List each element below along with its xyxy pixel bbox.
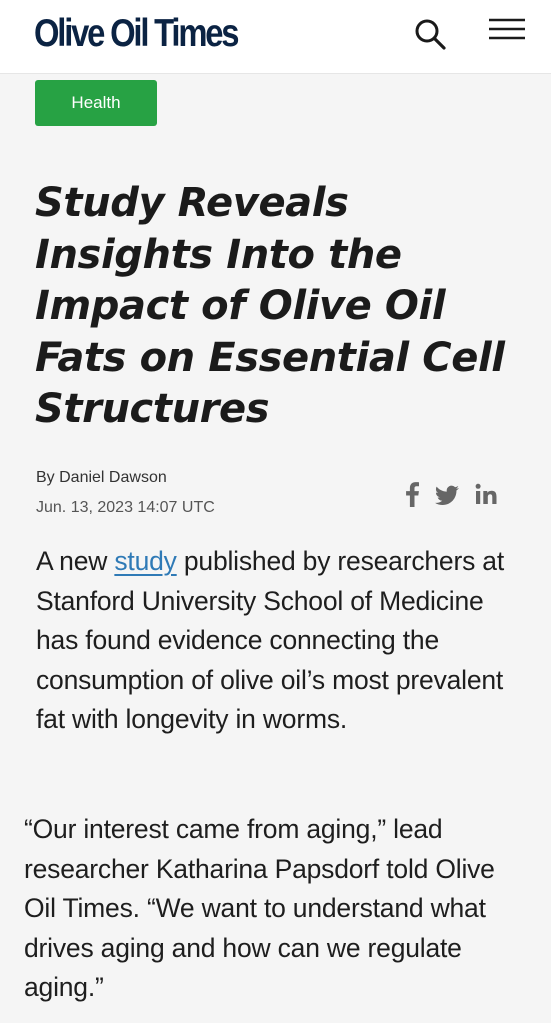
byline-prefix: By	[36, 469, 60, 486]
article-paragraph: A new study published by researchers at …	[36, 542, 526, 740]
paragraph-text: A new	[36, 546, 115, 576]
paragraph-text: “Our interest came from aging,” lead res…	[24, 814, 495, 1003]
publish-date: Jun. 13, 2023 14:07 UTC	[36, 499, 215, 516]
category-badge[interactable]: Health	[35, 80, 157, 126]
byline: By Daniel Dawson	[36, 468, 167, 488]
share-facebook-button[interactable]	[402, 480, 422, 508]
search-icon	[415, 19, 446, 50]
site-logo[interactable]: Olive Oil Times	[34, 12, 240, 56]
author-link[interactable]: Daniel Dawson	[59, 469, 167, 486]
site-header: Olive Oil Times	[0, 0, 551, 74]
hamburger-menu-icon	[489, 18, 525, 40]
menu-button[interactable]	[486, 15, 528, 47]
article-quote-paragraph: “Our interest came from aging,” lead res…	[24, 810, 524, 1008]
twitter-icon	[435, 485, 459, 505]
article-title: Study Reveals Insights Into the Impact o…	[35, 180, 505, 432]
share-twitter-button[interactable]	[434, 480, 460, 508]
linkedin-icon	[475, 483, 497, 504]
facebook-icon	[406, 482, 419, 507]
study-link[interactable]: study	[114, 546, 177, 576]
share-linkedin-button[interactable]	[474, 480, 498, 508]
search-button[interactable]	[410, 14, 450, 54]
